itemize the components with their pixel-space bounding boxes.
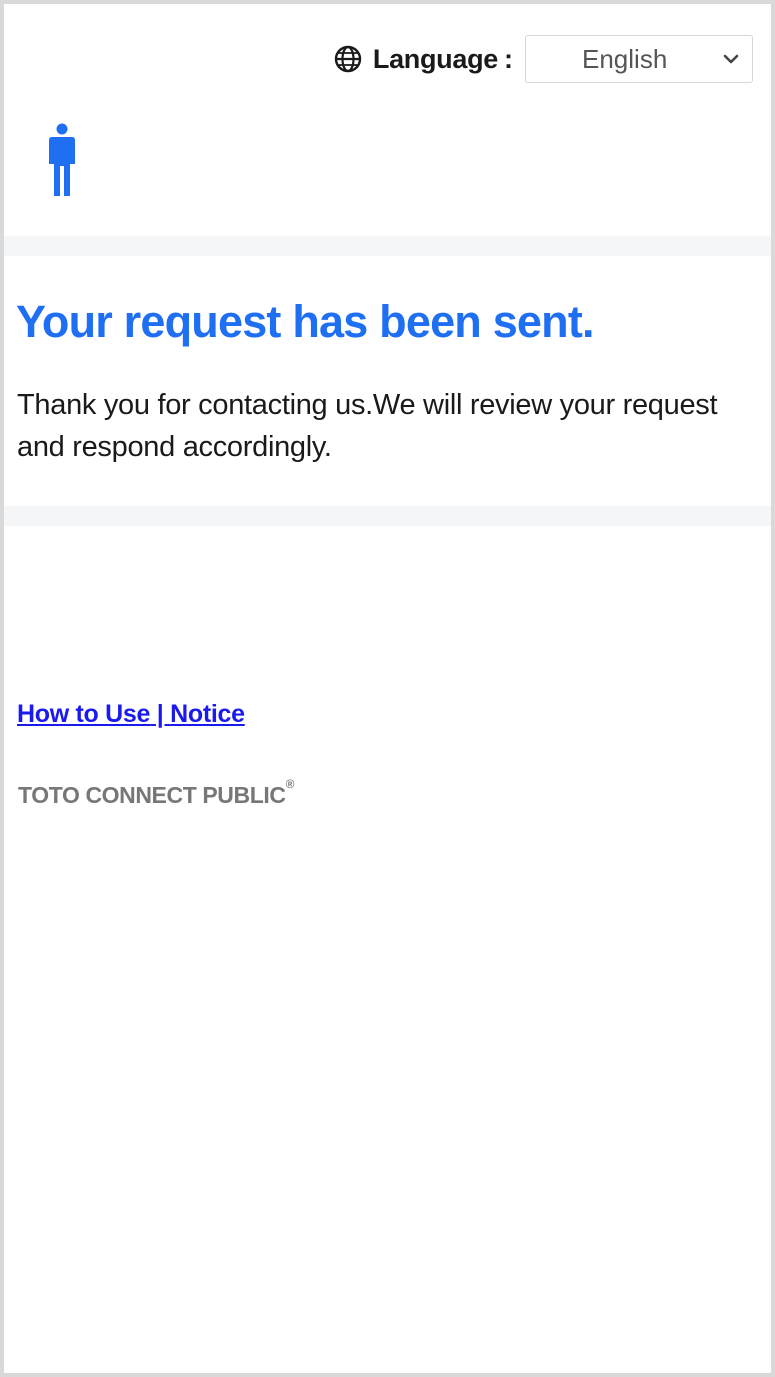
confirmation-message: Thank you for contacting us.We will revi… xyxy=(17,389,718,463)
page-frame: Language : English Your request has been… xyxy=(0,0,775,1377)
brand-name: TOTO CONNECT PUBLIC® xyxy=(18,777,294,809)
registered-mark: ® xyxy=(285,777,295,792)
page-title: Your request has been sent. xyxy=(16,296,595,347)
chevron-down-icon xyxy=(723,54,739,64)
language-switcher: Language : English xyxy=(333,34,753,84)
footer-link-separator: | xyxy=(150,700,171,728)
how-to-use-link[interactable]: How to Use xyxy=(17,700,150,728)
language-selected-value: English xyxy=(582,43,668,74)
language-select[interactable]: English xyxy=(525,35,753,83)
globe-icon xyxy=(334,45,362,73)
person-icon xyxy=(49,123,75,196)
section-divider-top xyxy=(4,236,771,256)
notice-link[interactable]: Notice xyxy=(170,700,245,728)
brand-text: TOTO CONNECT PUBLIC xyxy=(18,782,286,808)
section-divider-bottom xyxy=(4,506,771,526)
top-bar: Language : English xyxy=(4,4,771,104)
footer-links: How to Use | Notice xyxy=(17,700,245,729)
language-colon: : xyxy=(504,43,513,74)
language-label: Language xyxy=(372,43,498,74)
